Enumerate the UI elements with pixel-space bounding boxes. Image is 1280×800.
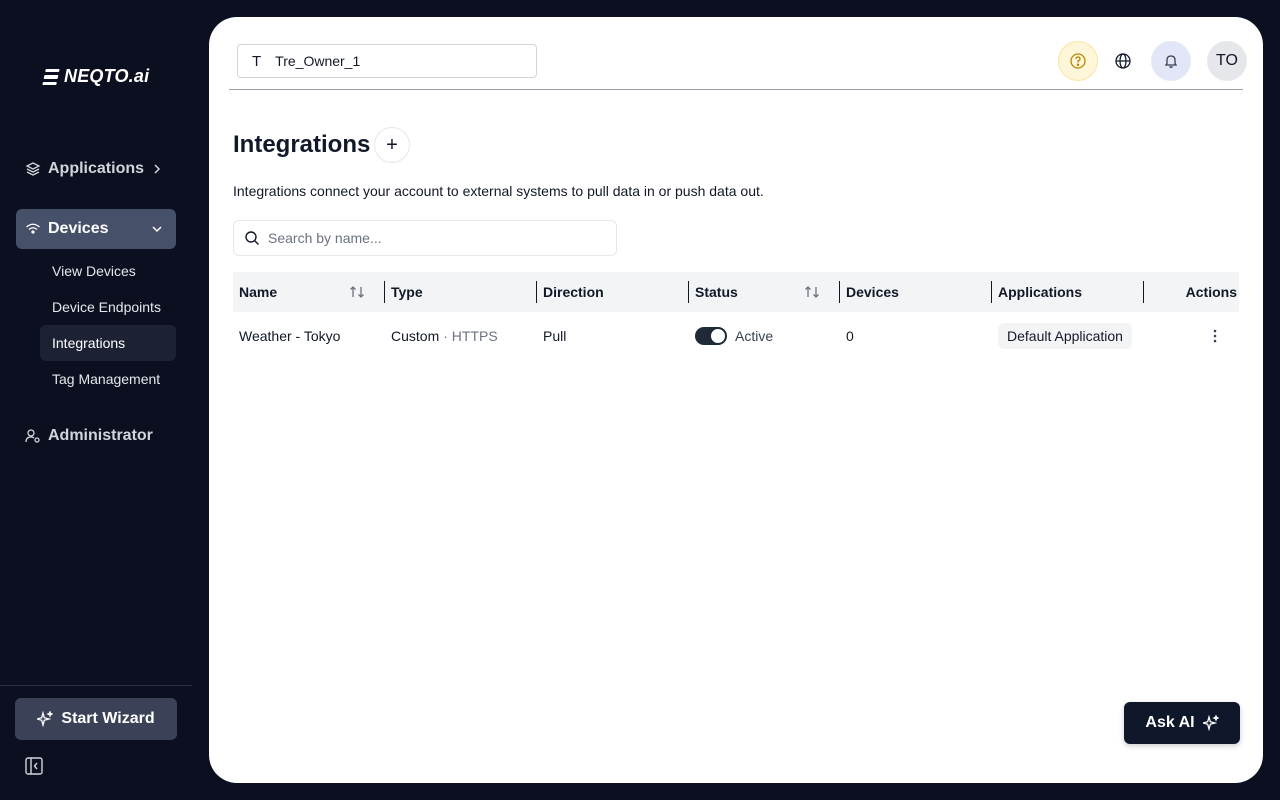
column-header-applications: Applications (992, 272, 1144, 312)
help-icon (1070, 53, 1086, 69)
column-header-type: Type (385, 272, 537, 312)
sparkle-icon (1202, 715, 1219, 731)
sidebar-subitem-device-endpoints[interactable]: Device Endpoints (40, 289, 176, 325)
sidebar-subitem-tag-management[interactable]: Tag Management (40, 361, 176, 397)
column-header-direction: Direction (537, 272, 689, 312)
sidebar-subitem-integrations[interactable]: Integrations (40, 325, 176, 361)
ask-ai-label: Ask AI (1145, 714, 1195, 731)
status-toggle[interactable] (695, 327, 727, 345)
sort-icon[interactable] (349, 285, 365, 299)
bell-icon (1164, 55, 1178, 68)
sidebar-item-label: Administrator (48, 427, 153, 444)
help-button[interactable] (1058, 41, 1098, 81)
sidebar: NEQTO.ai Applications Devices View Devic… (0, 0, 192, 800)
sidebar-collapse-icon[interactable] (24, 756, 44, 776)
sort-icon[interactable] (804, 285, 820, 299)
chevron-down-icon (152, 226, 162, 233)
logo-text: NEQTO.ai (64, 66, 150, 86)
globe-icon (1115, 53, 1131, 69)
search-icon (245, 231, 259, 245)
page-title: Integrations (233, 131, 371, 158)
column-header-label: Status (695, 284, 738, 300)
sidebar-item-label: Applications (48, 160, 145, 177)
chevron-right-icon (154, 164, 161, 174)
start-wizard-label: Start Wizard (61, 710, 155, 727)
table-body: Weather - Tokyo Custom · HTTPS Pull Acti… (233, 312, 1239, 360)
notifications-button[interactable] (1151, 41, 1191, 81)
sidebar-item-applications[interactable]: Applications (16, 149, 176, 189)
topbar-divider (229, 89, 1243, 90)
column-header-label: Devices (846, 284, 899, 300)
cell-applications: Default Application (992, 312, 1144, 360)
column-header-status[interactable]: Status (689, 272, 840, 312)
toggle-knob (711, 329, 725, 343)
tenant-selector[interactable]: T Tre_Owner_1 (237, 44, 537, 78)
cell-status: Active (689, 312, 840, 360)
logo-mark-icon (42, 68, 60, 85)
column-header-actions: Actions (1144, 272, 1239, 312)
column-header-name[interactable]: Name (233, 272, 385, 312)
column-header-devices: Devices (840, 272, 992, 312)
column-header-label: Type (391, 284, 423, 300)
column-header-label: Applications (998, 284, 1083, 300)
main-panel: T Tre_Owner_1 TO Integrations + Integrat… (209, 17, 1263, 783)
sidebar-item-devices[interactable]: Devices (16, 209, 176, 249)
column-header-label: Actions (1185, 284, 1237, 300)
sidebar-item-administrator[interactable]: Administrator (16, 416, 176, 456)
cell-name[interactable]: Weather - Tokyo (233, 312, 385, 360)
column-header-label: Direction (543, 284, 604, 300)
kebab-menu-icon (1213, 329, 1217, 343)
start-wizard-button[interactable]: Start Wizard (15, 698, 177, 740)
search-input[interactable] (268, 230, 598, 246)
language-button[interactable] (1103, 41, 1143, 81)
page-description: Integrations connect your account to ext… (233, 183, 764, 199)
wifi-icon (24, 220, 42, 238)
search-box (233, 220, 617, 256)
status-text: Active (735, 328, 774, 344)
table-row[interactable]: Weather - Tokyo Custom · HTTPS Pull Acti… (233, 312, 1239, 360)
tenant-name: Tre_Owner_1 (275, 53, 361, 69)
avatar[interactable]: TO (1207, 41, 1247, 81)
cell-type: Custom · HTTPS (385, 312, 537, 360)
application-badge: Default Application (998, 323, 1132, 349)
tenant-initial: T (252, 52, 262, 70)
cell-direction: Pull (543, 328, 567, 344)
cell-devices: 0 (846, 328, 854, 344)
row-actions-button[interactable] (1205, 326, 1225, 346)
sidebar-divider (0, 685, 192, 686)
user-gear-icon (24, 427, 42, 445)
cell-actions (1144, 312, 1239, 360)
sidebar-item-label: Devices (48, 220, 109, 237)
sparkle-icon (37, 711, 54, 727)
table-header: Name Type Direction Status Devices Appli… (233, 272, 1239, 312)
logo[interactable]: NEQTO.ai (42, 66, 150, 87)
layers-icon (24, 160, 42, 178)
integrations-table: Name Type Direction Status Devices Appli… (233, 272, 1239, 360)
type-label: Custom (391, 328, 440, 344)
sidebar-subitem-view-devices[interactable]: View Devices (40, 253, 176, 289)
add-integration-button[interactable]: + (374, 127, 410, 163)
type-protocol: · HTTPS (443, 328, 498, 344)
ask-ai-button[interactable]: Ask AI (1124, 702, 1240, 744)
column-header-label: Name (239, 284, 278, 300)
